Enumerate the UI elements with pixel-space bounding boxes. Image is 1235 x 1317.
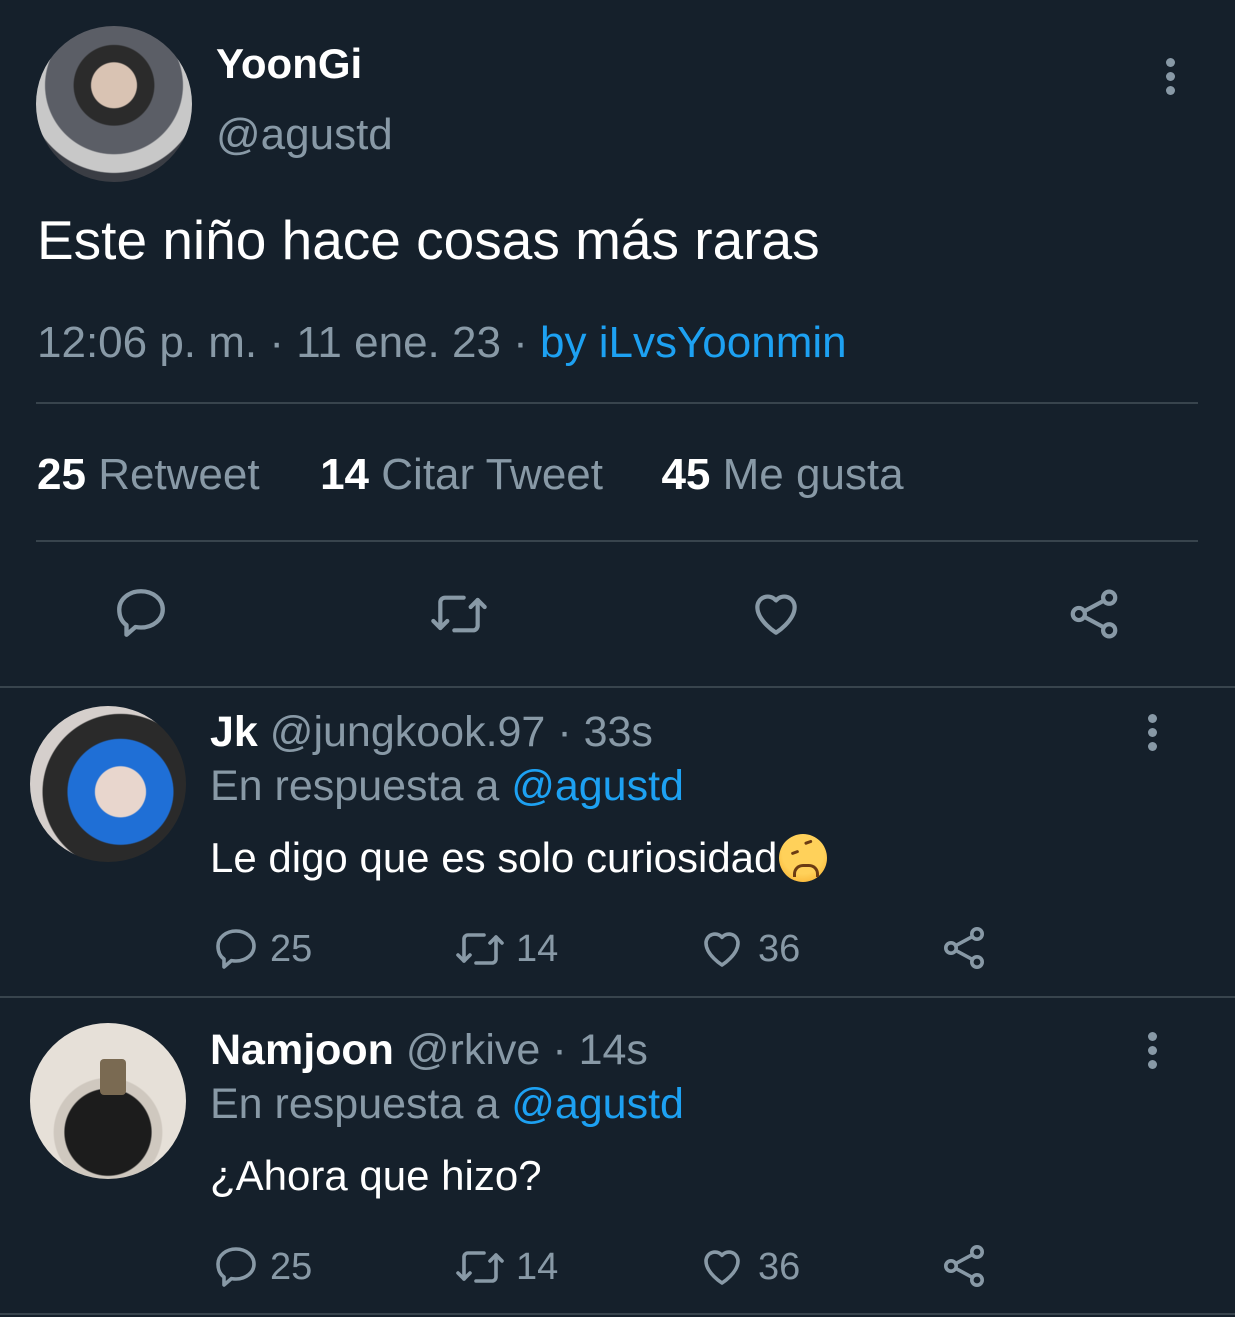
meta-separator: · bbox=[500, 318, 541, 367]
divider bbox=[0, 996, 1235, 998]
retweet-action[interactable]: 14 bbox=[452, 924, 558, 974]
retweet-icon[interactable] bbox=[428, 586, 490, 642]
reply-action[interactable]: 25 bbox=[212, 924, 312, 974]
reply-avatar[interactable] bbox=[30, 1023, 186, 1179]
reply-header: Namjoon @rkive · 14s bbox=[210, 1026, 648, 1075]
author-handle[interactable]: @agustd bbox=[216, 110, 393, 160]
like-count: 36 bbox=[758, 1245, 801, 1288]
reply-avatar[interactable] bbox=[30, 706, 186, 862]
tweet-source-link[interactable]: by iLvsYoonmin bbox=[540, 318, 847, 367]
weary-face-emoji bbox=[779, 834, 828, 882]
reply-count: 25 bbox=[270, 927, 313, 970]
retweet-icon bbox=[452, 925, 508, 973]
divider bbox=[0, 1313, 1235, 1315]
camera-shape bbox=[100, 1059, 126, 1095]
quotes-stat[interactable]: 14 Citar Tweet bbox=[320, 450, 603, 499]
like-icon bbox=[698, 1243, 746, 1291]
quotes-label: Citar Tweet bbox=[381, 450, 603, 499]
more-options-icon[interactable] bbox=[1148, 714, 1158, 756]
reply-context: En respuesta a @agustd bbox=[210, 762, 684, 811]
divider bbox=[36, 540, 1198, 542]
reply-prefix: En respuesta a bbox=[210, 762, 500, 810]
reply-prefix: En respuesta a bbox=[210, 1080, 500, 1128]
tweet-text: Este niño hace cosas más raras bbox=[37, 209, 820, 271]
reply-icon[interactable] bbox=[112, 584, 170, 642]
reply-author-handle[interactable]: @rkive bbox=[406, 1026, 540, 1074]
divider bbox=[0, 686, 1235, 688]
likes-label: Me gusta bbox=[722, 450, 904, 499]
reply-to-link[interactable]: @agustd bbox=[511, 1080, 684, 1128]
tweet-timestamp[interactable]: 12:06 p. m. · 11 ene. 23 bbox=[37, 318, 501, 367]
more-options-icon[interactable] bbox=[1166, 58, 1176, 100]
reply-to-link[interactable]: @agustd bbox=[511, 762, 684, 810]
reply-author-handle[interactable]: @jungkook.97 bbox=[270, 708, 546, 756]
like-icon[interactable] bbox=[748, 586, 804, 642]
retweet-action[interactable]: 14 bbox=[452, 1242, 558, 1292]
share-icon[interactable] bbox=[1066, 586, 1122, 642]
like-action[interactable]: 36 bbox=[698, 1242, 800, 1292]
reply-text-row: Le digo que es solo curiosidad bbox=[210, 834, 828, 882]
reply-action[interactable]: 25 bbox=[212, 1242, 312, 1292]
reply-text: ¿Ahora que hizo? bbox=[210, 1152, 542, 1199]
reply-author-name[interactable]: Jk bbox=[210, 708, 258, 756]
reply-text: Le digo que es solo curiosidad bbox=[210, 834, 778, 881]
author-name[interactable]: YoonGi bbox=[216, 40, 362, 88]
author-avatar[interactable] bbox=[36, 26, 192, 182]
reply-count: 25 bbox=[270, 1245, 313, 1288]
reply-header: Jk @jungkook.97 · 33s bbox=[210, 708, 653, 757]
share-icon[interactable] bbox=[940, 1242, 988, 1290]
reply-author-name[interactable]: Namjoon bbox=[210, 1026, 394, 1074]
reply-icon bbox=[212, 925, 260, 973]
divider bbox=[36, 402, 1198, 404]
quotes-count: 14 bbox=[320, 450, 370, 499]
reply-context: En respuesta a @agustd bbox=[210, 1080, 684, 1129]
share-icon[interactable] bbox=[940, 924, 988, 972]
likes-count: 45 bbox=[661, 450, 711, 499]
retweets-stat[interactable]: 25 Retweet bbox=[37, 450, 260, 499]
reply-icon bbox=[212, 1243, 260, 1291]
tweet-meta: 12:06 p. m. · 11 ene. 23 · by iLvsYoonmi… bbox=[37, 318, 847, 368]
reply-time: · 14s bbox=[552, 1026, 648, 1074]
retweets-count: 25 bbox=[37, 450, 86, 499]
retweet-count: 14 bbox=[516, 927, 559, 970]
likes-stat[interactable]: 45 Me gusta bbox=[661, 450, 903, 499]
retweet-icon bbox=[452, 1243, 508, 1291]
retweet-count: 14 bbox=[516, 1245, 559, 1288]
retweets-label: Retweet bbox=[98, 450, 260, 499]
like-icon bbox=[698, 925, 746, 973]
like-count: 36 bbox=[758, 927, 801, 970]
more-options-icon[interactable] bbox=[1148, 1032, 1158, 1074]
tweet-stats: 25 Retweet 14 Citar Tweet 45 Me gusta bbox=[37, 450, 904, 500]
like-action[interactable]: 36 bbox=[698, 924, 800, 974]
reply-time: · 33s bbox=[557, 708, 653, 756]
